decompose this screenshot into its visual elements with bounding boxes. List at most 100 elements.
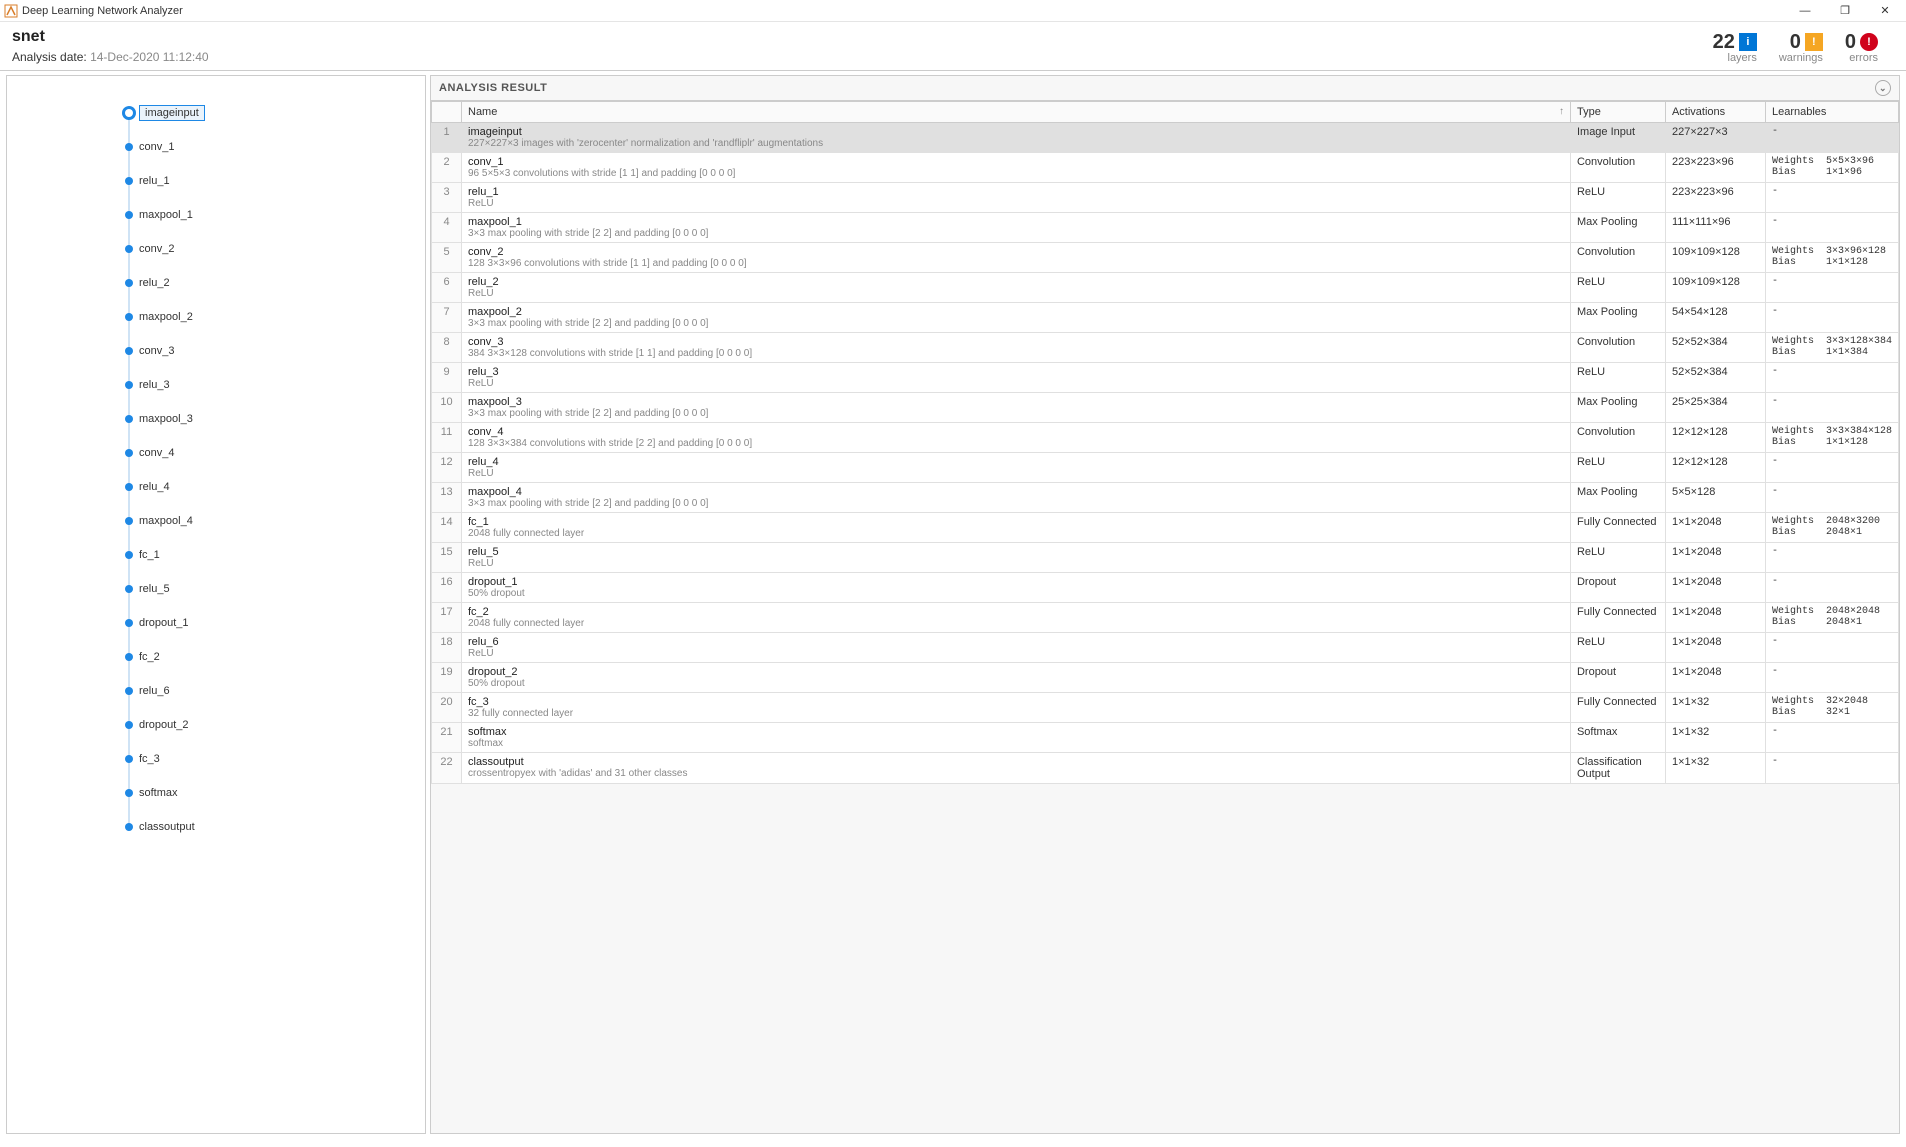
graph-node-conv_1[interactable]: conv_1 (125, 130, 425, 164)
table-row[interactable]: 19dropout_250% dropoutDropout1×1×2048- (432, 663, 1899, 693)
layer-type: Max Pooling (1570, 213, 1665, 243)
graph-node-fc_1[interactable]: fc_1 (125, 538, 425, 572)
layer-name: fc_3 (468, 696, 1564, 708)
layer-desc: ReLU (468, 288, 1564, 299)
graph-node-maxpool_4[interactable]: maxpool_4 (125, 504, 425, 538)
network-graph-panel[interactable]: imageinputconv_1relu_1maxpool_1conv_2rel… (6, 75, 426, 1134)
table-row[interactable]: 16dropout_150% dropoutDropout1×1×2048- (432, 573, 1899, 603)
table-row[interactable]: 3relu_1ReLUReLU223×223×96- (432, 183, 1899, 213)
graph-node-imageinput[interactable]: imageinput (125, 96, 425, 130)
graph-node-maxpool_2[interactable]: maxpool_2 (125, 300, 425, 334)
node-label: maxpool_4 (139, 515, 193, 527)
col-activations[interactable]: Activations (1665, 102, 1765, 123)
col-index[interactable] (432, 102, 462, 123)
graph-node-conv_2[interactable]: conv_2 (125, 232, 425, 266)
graph-node-maxpool_1[interactable]: maxpool_1 (125, 198, 425, 232)
layer-activations: 223×223×96 (1665, 183, 1765, 213)
table-row[interactable]: 18relu_6ReLUReLU1×1×2048- (432, 633, 1899, 663)
graph-node-relu_2[interactable]: relu_2 (125, 266, 425, 300)
graph-node-conv_3[interactable]: conv_3 (125, 334, 425, 368)
layer-learnables: - (1765, 303, 1898, 333)
layer-type: Fully Connected (1570, 513, 1665, 543)
table-row[interactable]: 15relu_5ReLUReLU1×1×2048- (432, 543, 1899, 573)
table-row[interactable]: 13maxpool_43×3 max pooling with stride [… (432, 483, 1899, 513)
graph-node-relu_1[interactable]: relu_1 (125, 164, 425, 198)
node-dot-icon (125, 687, 133, 695)
layer-activations: 12×12×128 (1665, 453, 1765, 483)
graph-node-relu_4[interactable]: relu_4 (125, 470, 425, 504)
col-learnables[interactable]: Learnables (1765, 102, 1898, 123)
table-row[interactable]: 5conv_2128 3×3×96 convolutions with stri… (432, 243, 1899, 273)
layer-learnables: - (1765, 393, 1898, 423)
table-row[interactable]: 8conv_3384 3×3×128 convolutions with str… (432, 333, 1899, 363)
row-name-cell: softmaxsoftmax (462, 723, 1571, 753)
layer-activations: 227×227×3 (1665, 123, 1765, 153)
row-index: 12 (432, 453, 462, 483)
row-name-cell: maxpool_23×3 max pooling with stride [2 … (462, 303, 1571, 333)
table-row[interactable]: 9relu_3ReLUReLU52×52×384- (432, 363, 1899, 393)
node-dot-icon (125, 109, 133, 117)
node-label: relu_5 (139, 583, 170, 595)
table-row[interactable]: 20fc_332 fully connected layerFully Conn… (432, 693, 1899, 723)
row-name-cell: maxpool_33×3 max pooling with stride [2 … (462, 393, 1571, 423)
graph-node-relu_6[interactable]: relu_6 (125, 674, 425, 708)
row-name-cell: imageinput227×227×3 images with 'zerocen… (462, 123, 1571, 153)
row-name-cell: conv_3384 3×3×128 convolutions with stri… (462, 333, 1571, 363)
layer-desc: ReLU (468, 648, 1564, 659)
node-dot-icon (125, 449, 133, 457)
layer-activations: 12×12×128 (1665, 423, 1765, 453)
close-button[interactable]: ✕ (1868, 0, 1902, 22)
row-index: 11 (432, 423, 462, 453)
layer-type: ReLU (1570, 363, 1665, 393)
info-icon: i (1739, 33, 1757, 51)
graph-node-relu_3[interactable]: relu_3 (125, 368, 425, 402)
layer-learnables: - (1765, 363, 1898, 393)
row-name-cell: relu_3ReLU (462, 363, 1571, 393)
row-index: 18 (432, 633, 462, 663)
maximize-button[interactable]: ❐ (1828, 0, 1862, 22)
layer-desc: 2048 fully connected layer (468, 618, 1564, 629)
row-name-cell: dropout_150% dropout (462, 573, 1571, 603)
col-name[interactable]: Name↑ (462, 102, 1571, 123)
table-row[interactable]: 22classoutputcrossentropyex with 'adidas… (432, 753, 1899, 784)
minimize-button[interactable]: — (1788, 0, 1822, 22)
table-row[interactable]: 1imageinput227×227×3 images with 'zeroce… (432, 123, 1899, 153)
node-dot-icon (125, 823, 133, 831)
graph-node-fc_3[interactable]: fc_3 (125, 742, 425, 776)
stat-layers: 22i layers (1713, 31, 1757, 64)
layer-learnables: Weights 2048×3200 Bias 2048×1 (1765, 513, 1898, 543)
expand-button[interactable]: ⌄ (1875, 80, 1891, 96)
table-row[interactable]: 6relu_2ReLUReLU109×109×128- (432, 273, 1899, 303)
layer-learnables: - (1765, 453, 1898, 483)
row-index: 4 (432, 213, 462, 243)
layer-name: dropout_1 (468, 576, 1564, 588)
table-row[interactable]: 4maxpool_13×3 max pooling with stride [2… (432, 213, 1899, 243)
table-row[interactable]: 12relu_4ReLUReLU12×12×128- (432, 453, 1899, 483)
graph-node-conv_4[interactable]: conv_4 (125, 436, 425, 470)
graph-node-maxpool_3[interactable]: maxpool_3 (125, 402, 425, 436)
layer-type: ReLU (1570, 183, 1665, 213)
graph-node-dropout_2[interactable]: dropout_2 (125, 708, 425, 742)
layer-activations: 1×1×2048 (1665, 663, 1765, 693)
row-name-cell: fc_22048 fully connected layer (462, 603, 1571, 633)
analysis-result-panel: ANALYSIS RESULT ⌄ Name↑ Type Activations… (430, 75, 1900, 1134)
graph-node-dropout_1[interactable]: dropout_1 (125, 606, 425, 640)
table-row[interactable]: 2conv_196 5×5×3 convolutions with stride… (432, 153, 1899, 183)
layer-type: Fully Connected (1570, 603, 1665, 633)
table-row[interactable]: 7maxpool_23×3 max pooling with stride [2… (432, 303, 1899, 333)
table-row[interactable]: 11conv_4128 3×3×384 convolutions with st… (432, 423, 1899, 453)
layer-name: classoutput (468, 756, 1564, 768)
layer-desc: ReLU (468, 378, 1564, 389)
layer-name: fc_1 (468, 516, 1564, 528)
table-row[interactable]: 17fc_22048 fully connected layerFully Co… (432, 603, 1899, 633)
layer-activations: 111×111×96 (1665, 213, 1765, 243)
graph-node-fc_2[interactable]: fc_2 (125, 640, 425, 674)
graph-node-softmax[interactable]: softmax (125, 776, 425, 810)
table-row[interactable]: 14fc_12048 fully connected layerFully Co… (432, 513, 1899, 543)
table-row[interactable]: 10maxpool_33×3 max pooling with stride [… (432, 393, 1899, 423)
graph-node-classoutput[interactable]: classoutput (125, 810, 425, 844)
row-name-cell: conv_2128 3×3×96 convolutions with strid… (462, 243, 1571, 273)
table-row[interactable]: 21softmaxsoftmaxSoftmax1×1×32- (432, 723, 1899, 753)
col-type[interactable]: Type (1570, 102, 1665, 123)
graph-node-relu_5[interactable]: relu_5 (125, 572, 425, 606)
